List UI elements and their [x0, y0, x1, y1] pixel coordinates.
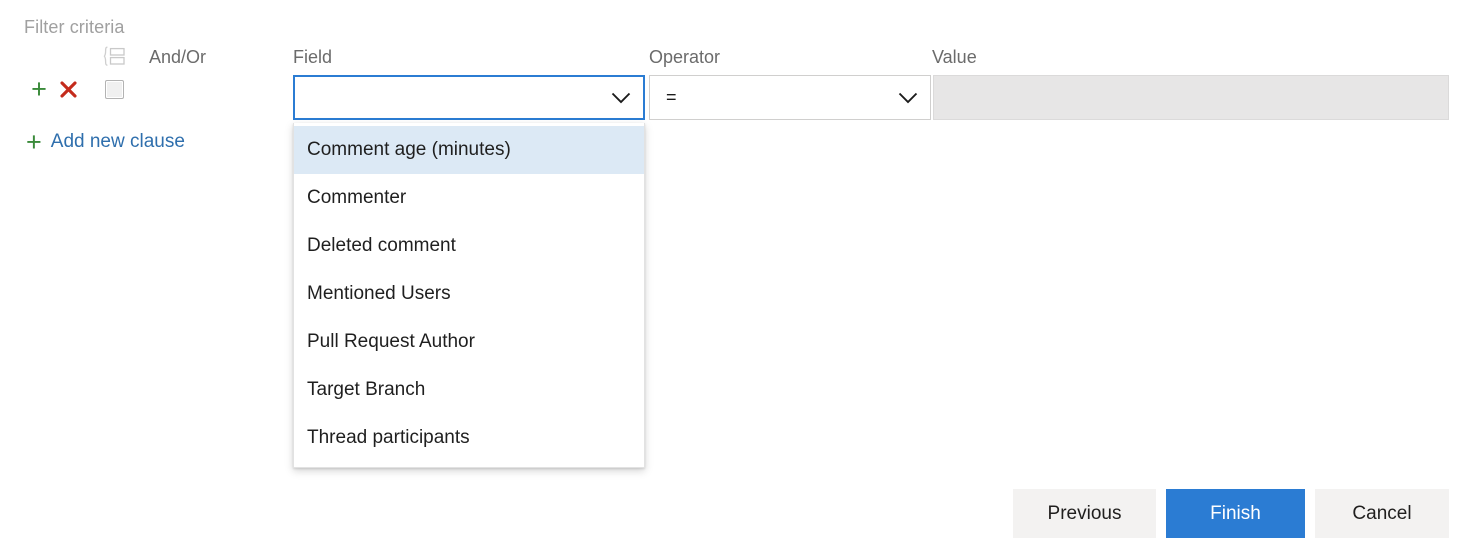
group-clauses-icon[interactable]: [102, 46, 128, 68]
add-new-clause-label: Add new clause: [50, 131, 185, 152]
dropdown-option[interactable]: Commenter: [294, 174, 644, 222]
column-header-andor: And/Or: [149, 47, 207, 67]
plus-icon: +: [31, 73, 47, 104]
add-clause-row-button[interactable]: +: [26, 74, 52, 104]
dialog-footer: Previous Finish Cancel: [0, 489, 1467, 538]
previous-button[interactable]: Previous: [1013, 489, 1156, 538]
field-dropdown-list: Comment age (minutes) Commenter Deleted …: [293, 123, 645, 468]
dropdown-option[interactable]: Pull Request Author: [294, 318, 644, 366]
clause-group-checkbox[interactable]: [105, 80, 124, 99]
dropdown-option[interactable]: Deleted comment: [294, 222, 644, 270]
chevron-down-icon: [886, 92, 930, 104]
value-input: [933, 75, 1449, 120]
field-combobox[interactable]: [293, 75, 645, 120]
close-icon: [59, 80, 77, 98]
section-label: Filter criteria: [24, 17, 125, 37]
dropdown-option[interactable]: Comment age (minutes): [294, 126, 644, 174]
plus-icon: +: [26, 126, 42, 157]
chevron-down-icon: [599, 92, 643, 104]
column-header-value: Value: [932, 47, 977, 67]
finish-button[interactable]: Finish: [1166, 489, 1305, 538]
add-new-clause-button[interactable]: + Add new clause: [26, 126, 185, 158]
operator-combobox[interactable]: =: [649, 75, 931, 120]
column-header-field: Field: [293, 47, 333, 67]
delete-clause-row-button[interactable]: [55, 74, 81, 104]
dropdown-option[interactable]: Thread participants: [294, 414, 644, 462]
column-header-operator: Operator: [649, 47, 721, 67]
cancel-button[interactable]: Cancel: [1315, 489, 1449, 538]
dropdown-option[interactable]: Mentioned Users: [294, 270, 644, 318]
dropdown-option[interactable]: Target Branch: [294, 366, 644, 414]
filter-criteria-pane: Filter criteria And/Or Field Operator Va…: [0, 0, 1467, 549]
operator-combobox-value: =: [666, 87, 677, 107]
